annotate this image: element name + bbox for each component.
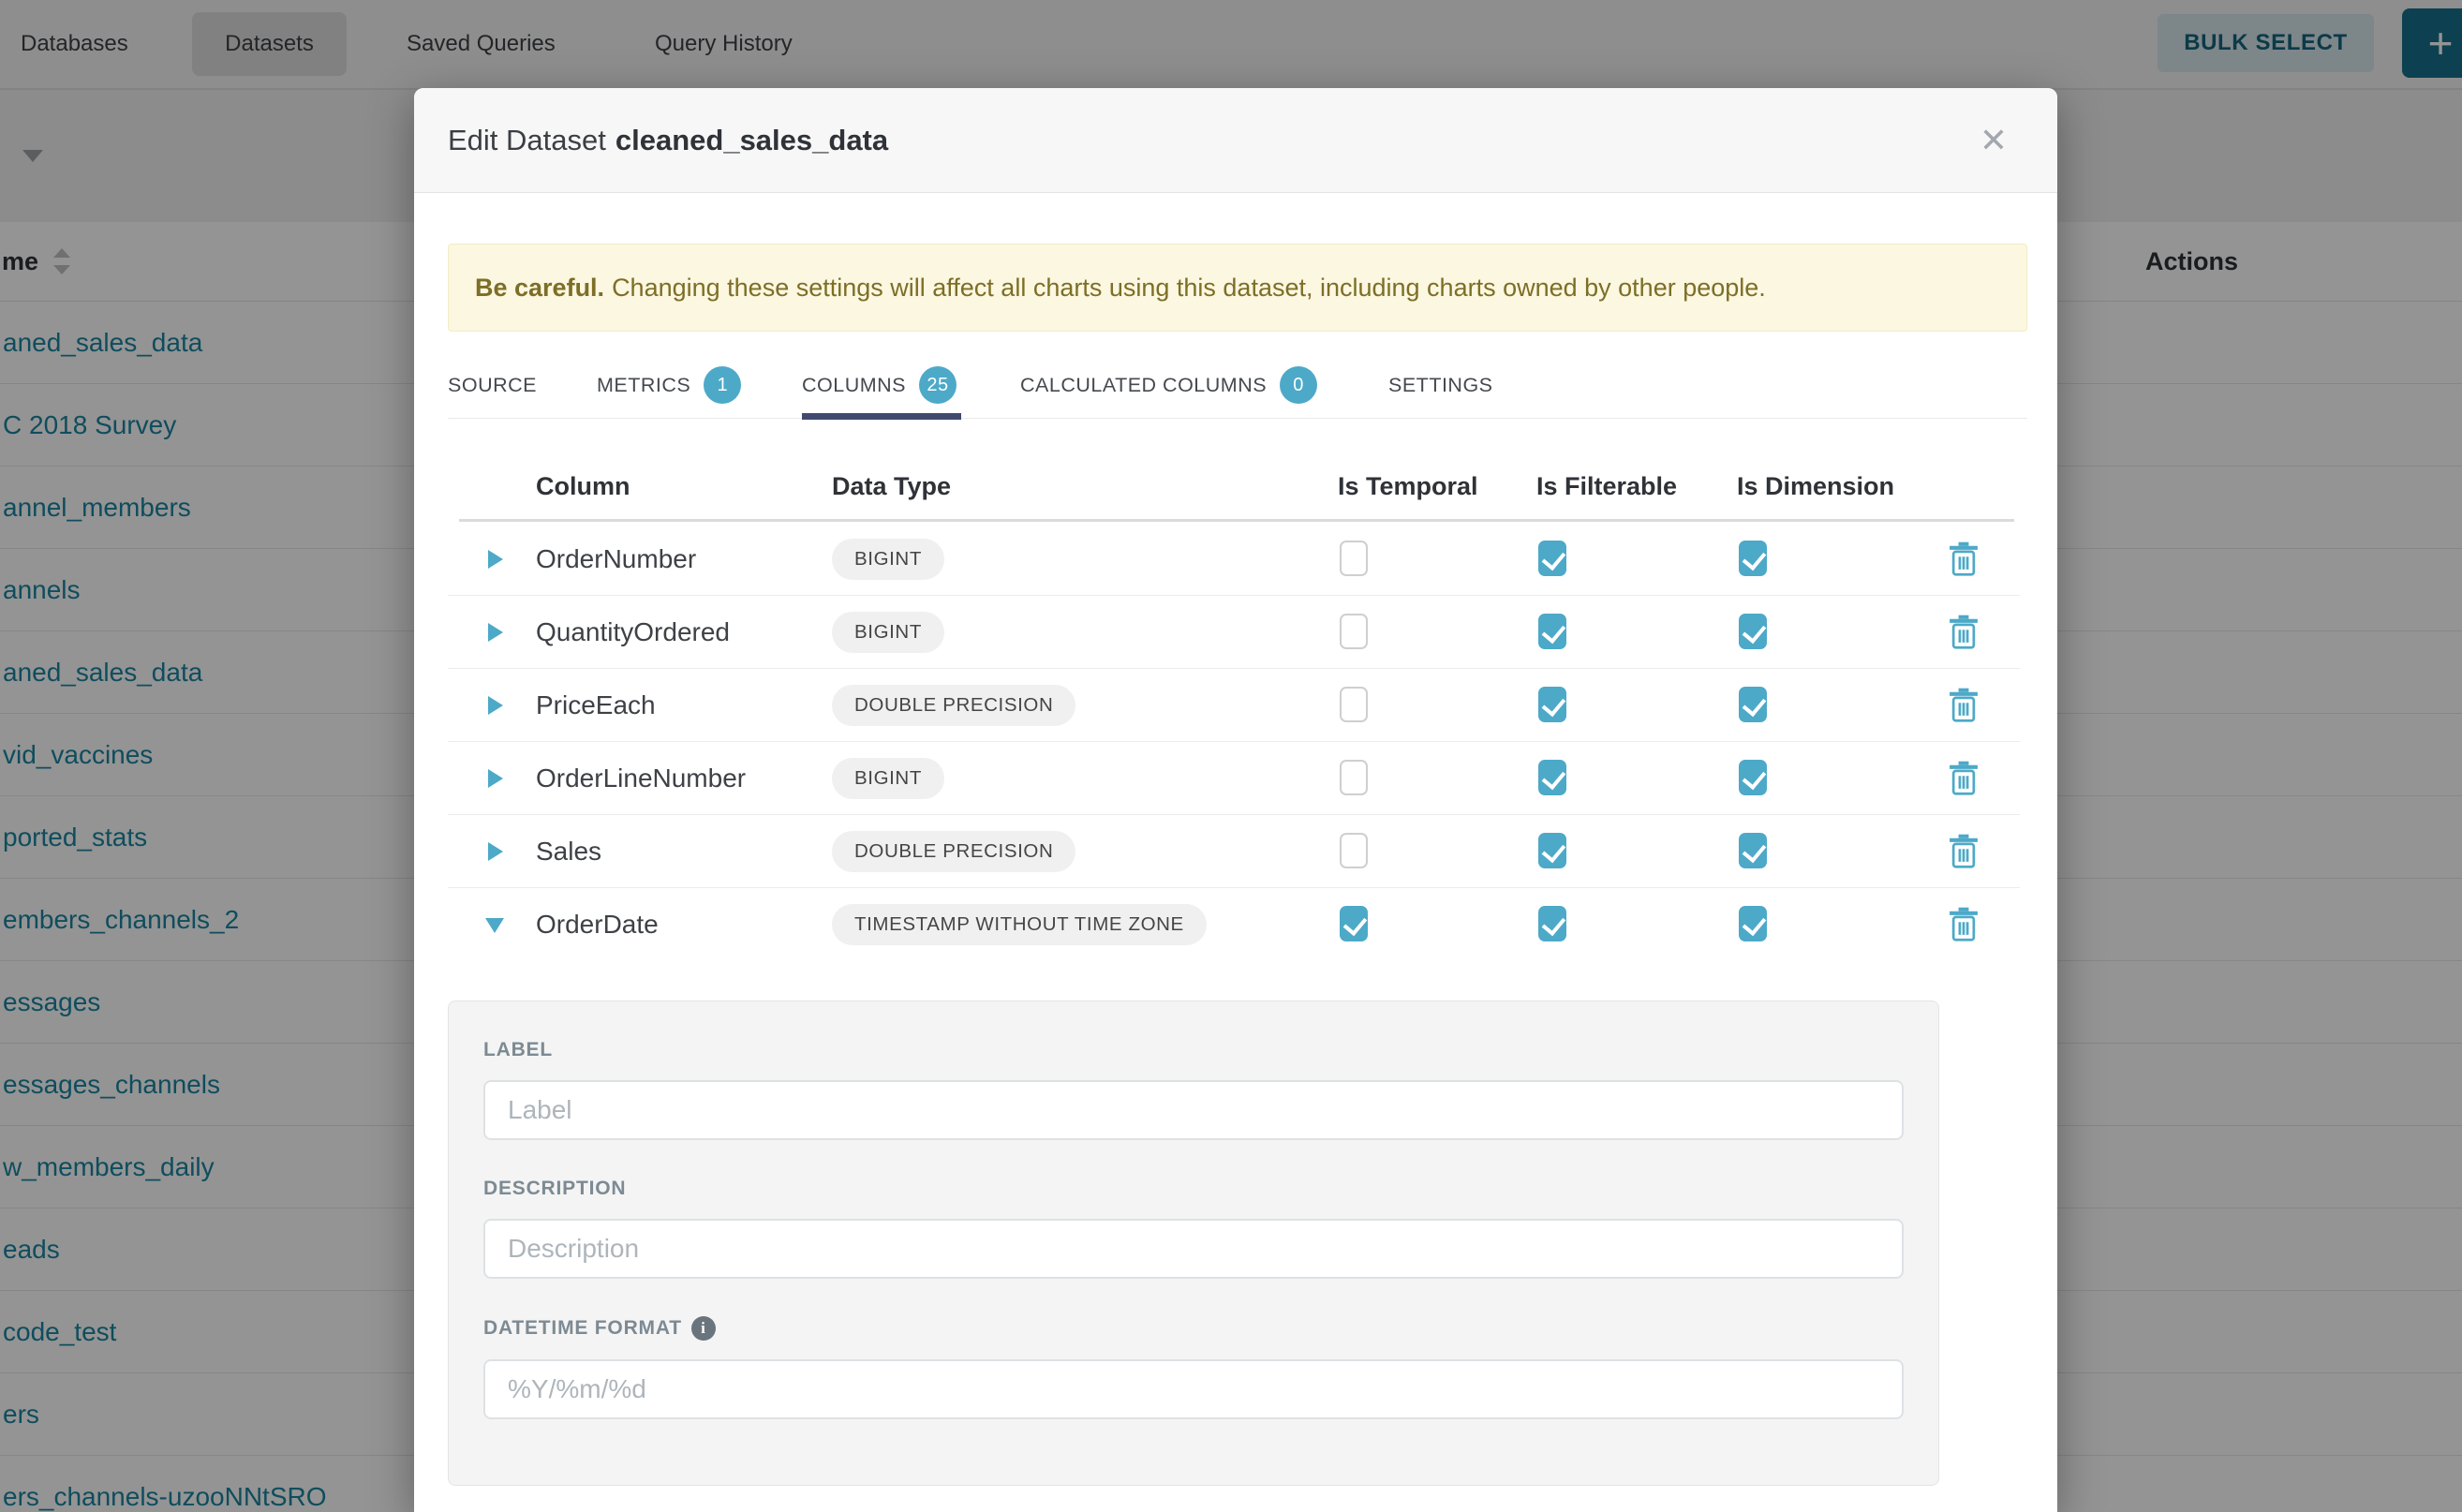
collapse-caret-icon[interactable]: [485, 918, 504, 933]
warning-banner: Be careful. Changing these settings will…: [448, 244, 2027, 332]
label-field-label: LABEL: [483, 1039, 1904, 1061]
table-row: QuantityOrdered BIGINT: [448, 596, 2020, 669]
expand-caret-icon[interactable]: [488, 696, 503, 715]
table-row: OrderNumber BIGINT: [448, 523, 2020, 596]
columns-table-header: Column Data Type Is Temporal Is Filterab…: [448, 459, 2020, 517]
modal-header: Edit Dataset cleaned_sales_data ✕: [414, 88, 2057, 193]
tab-metrics-label: METRICS: [597, 374, 690, 397]
tab-source[interactable]: SOURCE: [448, 356, 537, 414]
column-name: OrderLineNumber: [536, 742, 746, 815]
data-type-pill: TIMESTAMP WITHOUT TIME ZONE: [832, 904, 1207, 945]
is-filterable-checkbox[interactable]: [1538, 833, 1566, 868]
data-type-pill: DOUBLE PRECISION: [832, 685, 1075, 726]
table-row: OrderLineNumber BIGINT: [448, 742, 2020, 815]
warning-bold-text: Be careful.: [475, 274, 604, 303]
modal-title-prefix: Edit Dataset: [448, 124, 606, 157]
header-column: Column: [536, 472, 630, 501]
is-dimension-checkbox[interactable]: [1739, 760, 1767, 795]
description-field-label: DESCRIPTION: [483, 1178, 1904, 1200]
tab-columns[interactable]: COLUMNS 25: [802, 356, 957, 414]
header-is-dimension: Is Dimension: [1737, 472, 1894, 501]
is-filterable-checkbox[interactable]: [1538, 760, 1566, 795]
datetime-format-input[interactable]: [483, 1359, 1904, 1419]
is-dimension-checkbox[interactable]: [1739, 614, 1767, 649]
table-row: PriceEach DOUBLE PRECISION: [448, 669, 2020, 742]
active-tab-indicator: [802, 413, 961, 420]
header-data-type: Data Type: [832, 472, 951, 501]
description-field-label-text: DESCRIPTION: [483, 1178, 626, 1200]
tab-settings-label: SETTINGS: [1388, 374, 1493, 397]
data-type-pill: BIGINT: [832, 612, 944, 653]
calculated-columns-count-badge: 0: [1280, 366, 1317, 404]
tab-source-label: SOURCE: [448, 374, 537, 397]
column-detail-panel: LABEL DESCRIPTION DATETIME FORMAT i: [448, 1001, 1939, 1486]
columns-count-badge: 25: [919, 366, 957, 404]
is-temporal-checkbox[interactable]: [1340, 614, 1368, 649]
expand-caret-icon[interactable]: [488, 623, 503, 642]
edit-dataset-modal: Edit Dataset cleaned_sales_data ✕ Be car…: [414, 88, 2057, 1512]
is-dimension-checkbox[interactable]: [1739, 687, 1767, 722]
screen: Databases Datasets Saved Queries Query H…: [0, 0, 2462, 1512]
table-row: Sales DOUBLE PRECISION: [448, 815, 2020, 888]
trash-icon[interactable]: [1948, 761, 1980, 796]
info-icon[interactable]: i: [691, 1316, 716, 1341]
label-field-label-text: LABEL: [483, 1039, 553, 1061]
datetime-format-field-label: DATETIME FORMAT i: [483, 1316, 1904, 1341]
is-temporal-checkbox[interactable]: [1340, 687, 1368, 722]
data-type-pill: BIGINT: [832, 539, 944, 580]
tab-calculated-columns-label: CALCULATED COLUMNS: [1020, 374, 1267, 397]
table-row-expanded: OrderDate TIMESTAMP WITHOUT TIME ZONE: [448, 888, 2020, 961]
columns-table: OrderNumber BIGINT QuantityOrdered BIGIN…: [448, 523, 2020, 961]
label-input[interactable]: [483, 1080, 1904, 1140]
warning-text: Changing these settings will affect all …: [612, 274, 1766, 303]
trash-icon[interactable]: [1948, 907, 1980, 942]
metrics-count-badge: 1: [704, 366, 741, 404]
trash-icon[interactable]: [1948, 541, 1980, 577]
is-temporal-checkbox[interactable]: [1340, 760, 1368, 795]
tab-columns-label: COLUMNS: [802, 374, 906, 397]
header-is-temporal: Is Temporal: [1338, 472, 1478, 501]
is-temporal-checkbox[interactable]: [1340, 906, 1368, 941]
close-icon[interactable]: ✕: [1969, 116, 2018, 165]
trash-icon[interactable]: [1948, 834, 1980, 869]
column-name: OrderNumber: [536, 523, 696, 596]
column-name: PriceEach: [536, 669, 656, 742]
column-name: QuantityOrdered: [536, 596, 730, 669]
is-dimension-checkbox[interactable]: [1739, 833, 1767, 868]
is-dimension-checkbox[interactable]: [1739, 541, 1767, 576]
modal-title-dataset-name: cleaned_sales_data: [616, 124, 888, 157]
is-dimension-checkbox[interactable]: [1739, 906, 1767, 941]
expand-caret-icon[interactable]: [488, 769, 503, 788]
is-filterable-checkbox[interactable]: [1538, 687, 1566, 722]
trash-icon[interactable]: [1948, 688, 1980, 723]
tab-metrics[interactable]: METRICS 1: [597, 356, 741, 414]
is-filterable-checkbox[interactable]: [1538, 906, 1566, 941]
column-name: Sales: [536, 815, 601, 888]
header-is-filterable: Is Filterable: [1536, 472, 1677, 501]
is-temporal-checkbox[interactable]: [1340, 541, 1368, 576]
tab-calculated-columns[interactable]: CALCULATED COLUMNS 0: [1020, 356, 1317, 414]
tab-settings[interactable]: SETTINGS: [1388, 356, 1493, 414]
tabs-divider: [448, 418, 2027, 419]
column-name: OrderDate: [536, 888, 659, 961]
trash-icon[interactable]: [1948, 615, 1980, 650]
is-temporal-checkbox[interactable]: [1340, 833, 1368, 868]
modal-title: Edit Dataset cleaned_sales_data: [448, 88, 888, 193]
expand-caret-icon[interactable]: [488, 550, 503, 569]
expand-caret-icon[interactable]: [488, 842, 503, 861]
data-type-pill: DOUBLE PRECISION: [832, 831, 1075, 872]
datetime-format-label-text: DATETIME FORMAT: [483, 1317, 682, 1340]
data-type-pill: BIGINT: [832, 758, 944, 799]
header-divider: [459, 519, 2014, 522]
is-filterable-checkbox[interactable]: [1538, 614, 1566, 649]
description-input[interactable]: [483, 1219, 1904, 1279]
is-filterable-checkbox[interactable]: [1538, 541, 1566, 576]
